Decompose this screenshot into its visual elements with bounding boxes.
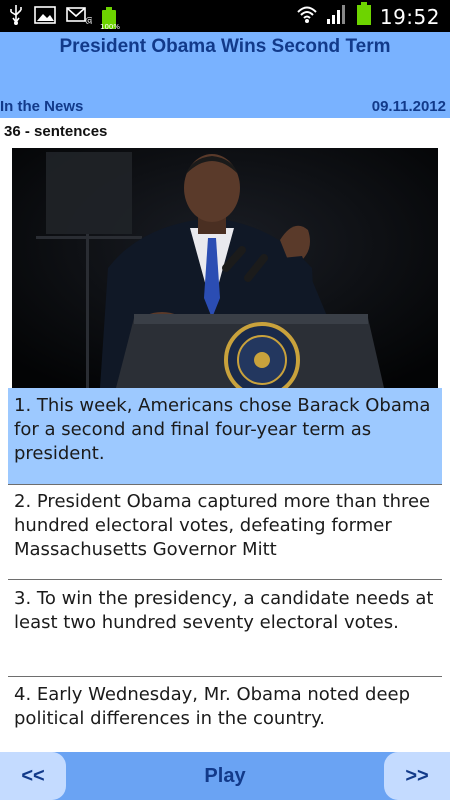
notification-icons: @ 100% bbox=[8, 4, 120, 31]
usb-icon bbox=[8, 4, 24, 31]
section-label: In the News bbox=[0, 98, 84, 115]
mail-icon: @ bbox=[66, 6, 94, 29]
wifi-icon bbox=[296, 3, 318, 30]
article-date: 09.11.2012 bbox=[371, 98, 446, 115]
status-bar: @ 100% 19:52 bbox=[0, 0, 450, 32]
next-button[interactable]: >> bbox=[384, 752, 450, 800]
article-header: President Obama Wins Second Term In the … bbox=[0, 32, 450, 118]
previous-button[interactable]: << bbox=[0, 752, 66, 800]
sentence-1[interactable]: 1. This week, Americans chose Barack Oba… bbox=[8, 388, 442, 484]
clock: 19:52 bbox=[379, 4, 440, 29]
playback-controls: << Play >> bbox=[0, 752, 450, 800]
article-title: President Obama Wins Second Term bbox=[59, 36, 391, 57]
sentence-2[interactable]: 2. President Obama captured more than th… bbox=[8, 484, 442, 580]
battery-percent: 100% bbox=[100, 22, 121, 31]
image-icon bbox=[34, 6, 56, 29]
article-photo bbox=[12, 148, 438, 388]
system-icons: 19:52 bbox=[296, 2, 440, 31]
divider bbox=[8, 579, 442, 580]
battery-icon: 100% bbox=[100, 6, 120, 31]
sentence-count: 36 - sentences bbox=[4, 123, 108, 140]
battery-icon bbox=[356, 2, 372, 31]
svg-text:@: @ bbox=[85, 16, 92, 24]
sentence-3[interactable]: 3. To win the presidency, a candidate ne… bbox=[8, 581, 442, 677]
play-button[interactable]: Play bbox=[174, 752, 276, 800]
sentence-4[interactable]: 4. Early Wednesday, Mr. Obama noted deep… bbox=[8, 677, 442, 751]
signal-icon bbox=[326, 3, 348, 30]
